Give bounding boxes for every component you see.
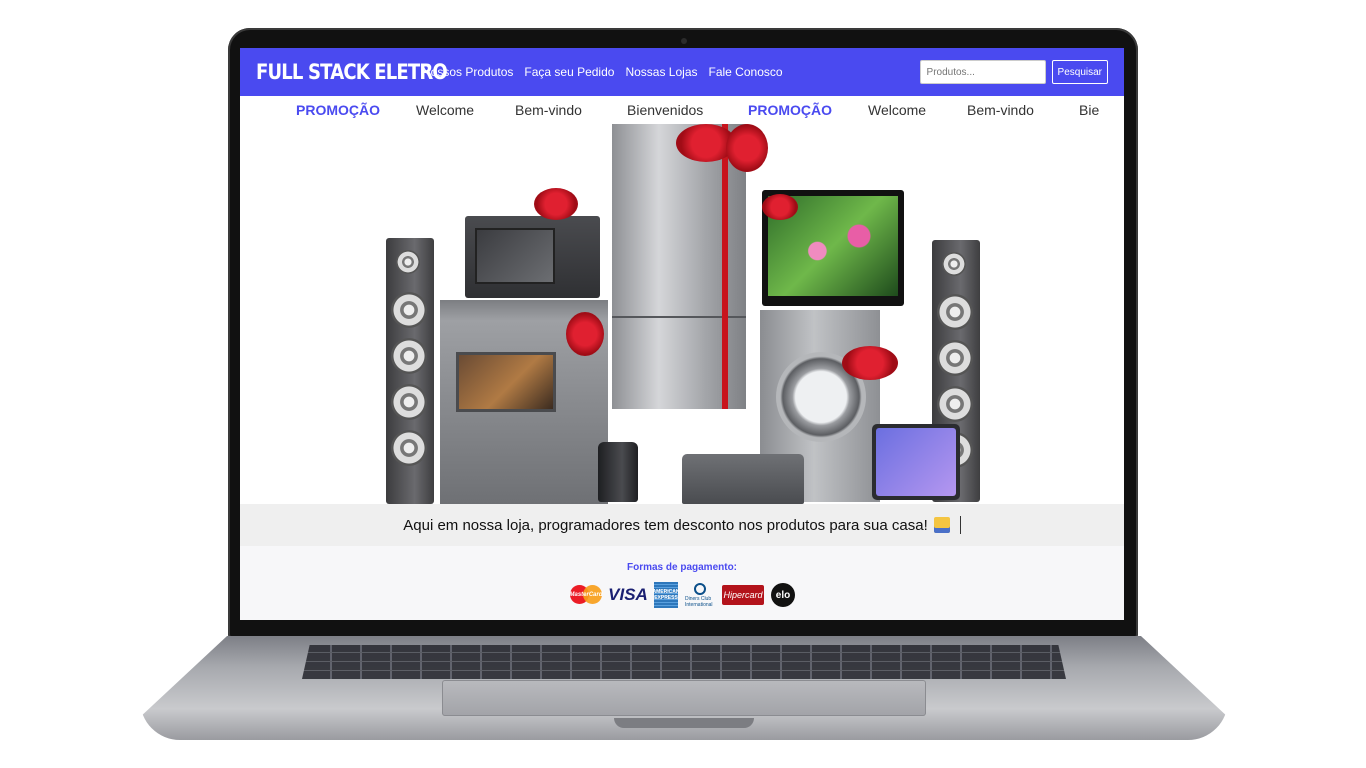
greeting-marquee: PROMOÇÃO Welcome Bem-vindo Bienvenidos P… — [240, 96, 1124, 124]
kettle — [598, 442, 638, 502]
payment-methods: MasterCard VISA AMERICAN EXPRESS Diners … — [570, 582, 795, 608]
hero-appliances-image — [240, 124, 1124, 504]
hipercard-icon: Hipercard — [722, 585, 764, 605]
marquee-item: PROMOÇÃO — [296, 102, 380, 118]
trackpad — [442, 680, 926, 716]
marquee-item: PROMOÇÃO — [748, 102, 832, 118]
typing-cursor — [959, 516, 961, 534]
marquee-item: Bie — [1079, 102, 1100, 118]
search-input[interactable] — [919, 60, 1046, 84]
promo-tagline: Aqui em nossa loja, programadores tem de… — [403, 516, 928, 534]
elo-icon: elo — [771, 583, 795, 607]
microwave — [465, 216, 600, 298]
amex-icon: AMERICAN EXPRESS — [653, 582, 679, 608]
nav-link-pedido[interactable]: Faça seu Pedido — [524, 65, 614, 79]
nav-link-lojas[interactable]: Nossas Lojas — [625, 65, 697, 79]
marquee-item: Bem-vindo — [967, 102, 1034, 118]
site-header: FULL STACK ELETRO Nossos Produtos Faça s… — [240, 48, 1124, 96]
toaster — [682, 454, 804, 504]
nav-link-contato[interactable]: Fale Conosco — [709, 65, 783, 79]
payment-title: Formas de pagamento: — [626, 562, 738, 573]
site-logo[interactable]: FULL STACK ELETRO — [256, 60, 448, 84]
programmer-emoji-icon — [933, 517, 950, 533]
site-footer: Formas de pagamento: MasterCard VISA AME… — [240, 546, 1124, 620]
diners-icon: Diners Club International — [685, 582, 715, 608]
base-notch — [614, 718, 754, 728]
visa-icon: VISA — [608, 585, 648, 604]
marquee-item: Bem-vindo — [515, 102, 582, 118]
camera-icon — [681, 38, 687, 44]
speaker-left — [386, 238, 434, 504]
marquee-item: Welcome — [868, 102, 927, 118]
main-nav: Nossos Produtos Faça seu Pedido Nossas L… — [422, 65, 783, 79]
search-form: Pesquisar — [919, 60, 1108, 84]
keyboard — [302, 645, 1066, 679]
browser-screen: FULL STACK ELETRO Nossos Produtos Faça s… — [240, 48, 1124, 620]
tagline-bar: Aqui em nossa loja, programadores tem de… — [240, 504, 1124, 546]
tablet — [872, 424, 960, 500]
mastercard-icon: MasterCard — [570, 582, 603, 608]
search-button[interactable]: Pesquisar — [1051, 60, 1108, 84]
marquee-item: Welcome — [416, 102, 475, 118]
marquee-item: Bienvenidos — [627, 102, 704, 118]
